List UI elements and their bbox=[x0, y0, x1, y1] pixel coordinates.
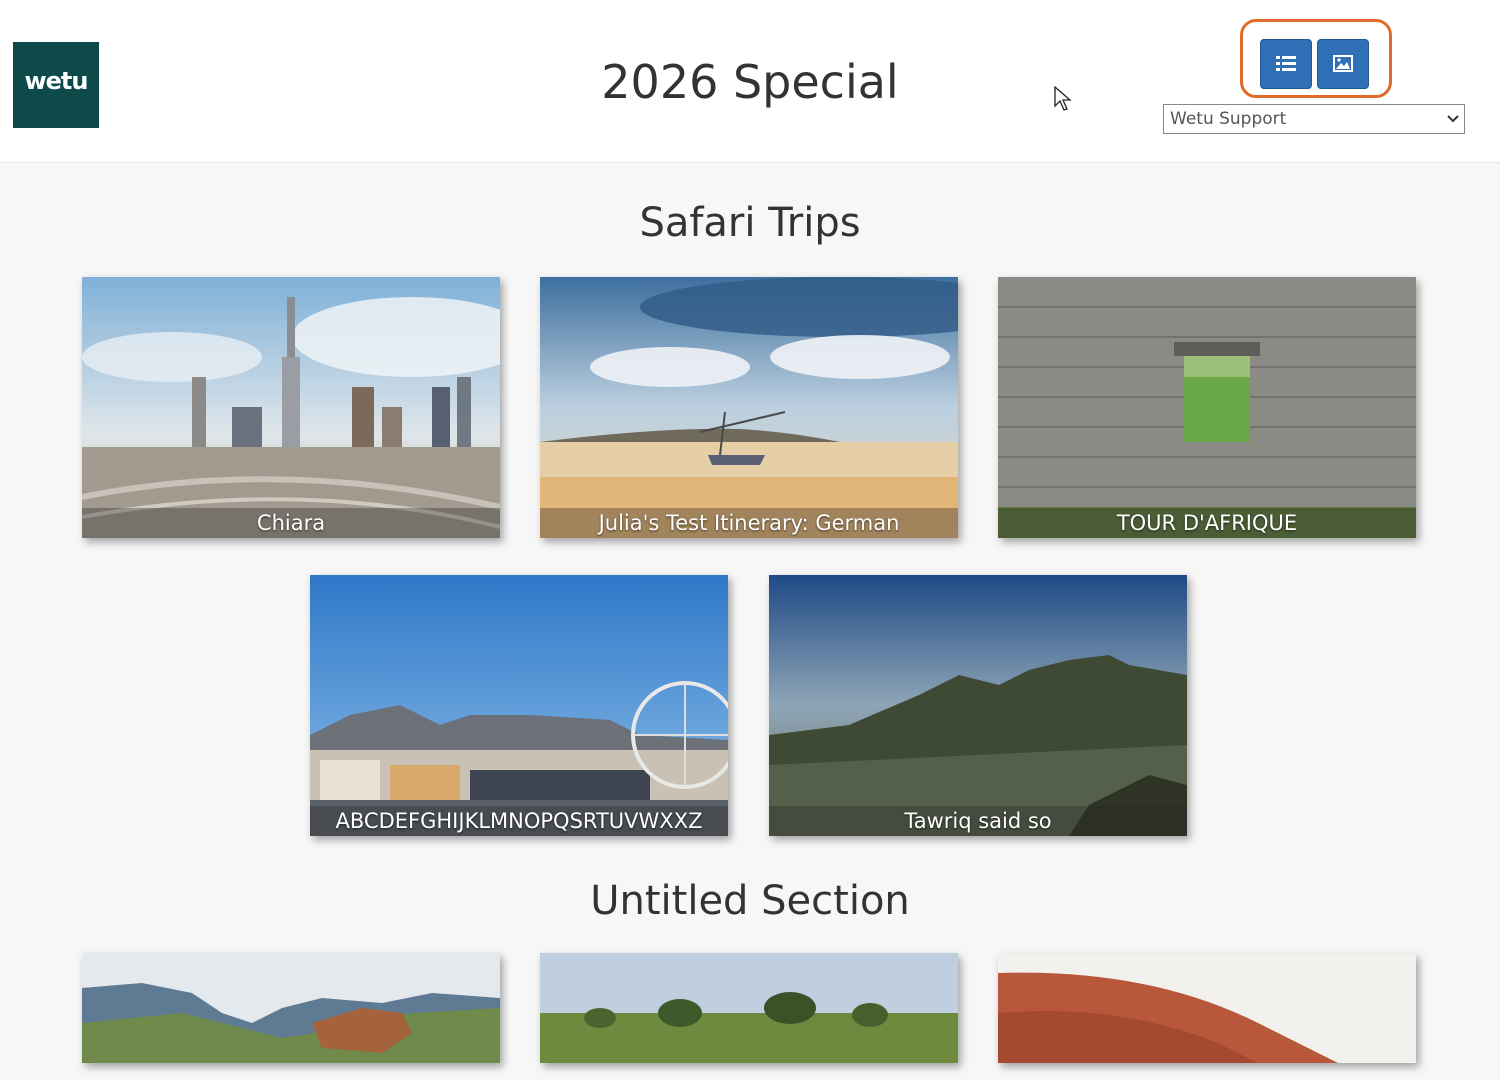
trip-card[interactable]: ABCDEFGHIJKLMNOPQSRTUVWXXZ bbox=[310, 575, 728, 836]
list-view-button[interactable] bbox=[1260, 39, 1312, 89]
mouse-cursor-icon bbox=[1054, 86, 1072, 111]
list-icon bbox=[1276, 56, 1296, 71]
beach-boat-image bbox=[540, 277, 958, 538]
city-skyline-image bbox=[82, 277, 500, 538]
trip-card[interactable] bbox=[540, 953, 958, 1063]
grid-view-button[interactable] bbox=[1317, 39, 1369, 89]
harbour-ferris-wheel-image bbox=[310, 575, 728, 836]
view-toggle-highlight bbox=[1240, 19, 1392, 98]
account-select-value: Wetu Support bbox=[1170, 109, 1287, 129]
trip-card-label: Tawriq said so bbox=[769, 806, 1187, 836]
red-hill-image bbox=[998, 953, 1416, 1063]
trip-card[interactable] bbox=[82, 953, 500, 1063]
trip-card-label: TOUR D'AFRIQUE bbox=[998, 508, 1416, 538]
account-select[interactable]: Wetu Support bbox=[1163, 104, 1465, 134]
image-icon bbox=[1333, 55, 1353, 72]
section-title-untitled: Untitled Section bbox=[590, 878, 910, 924]
trip-card[interactable]: TOUR D'AFRIQUE bbox=[998, 277, 1416, 538]
trip-card-label: ABCDEFGHIJKLMNOPQSRTUVWXXZ bbox=[310, 806, 728, 836]
trip-card[interactable]: Tawriq said so bbox=[769, 575, 1187, 836]
trip-card[interactable]: Chiara bbox=[82, 277, 500, 538]
stone-ruins-image bbox=[998, 277, 1416, 538]
mountain-view-image bbox=[769, 575, 1187, 836]
trip-card-label: Julia's Test Itinerary: German bbox=[540, 508, 958, 538]
trip-card[interactable]: Julia's Test Itinerary: German bbox=[540, 277, 958, 538]
section-title-safari-trips: Safari Trips bbox=[639, 200, 861, 246]
chevron-down-icon bbox=[1442, 115, 1464, 123]
trip-card-label: Chiara bbox=[82, 508, 500, 538]
savanna-image bbox=[540, 953, 958, 1063]
canyon-image bbox=[82, 953, 500, 1063]
trip-card[interactable] bbox=[998, 953, 1416, 1063]
page-header: wetu · · · · · · · · 2026 Special Wetu S… bbox=[0, 0, 1500, 163]
